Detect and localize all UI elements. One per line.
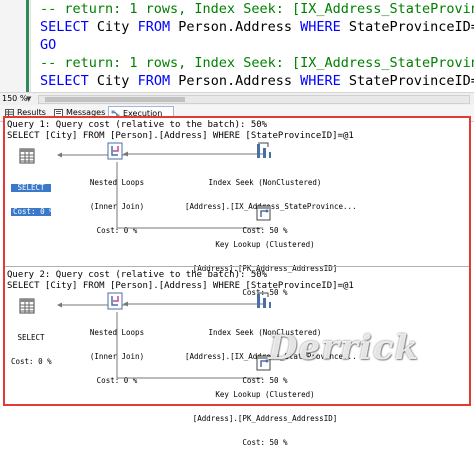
keyword: SELECT <box>40 19 89 35</box>
editor-gutter <box>0 0 31 92</box>
key-lookup-title: Key Lookup (Clustered) <box>215 240 315 249</box>
code-line-4: -- return: 1 rows, Index Seek: [IX_Addre… <box>40 55 474 71</box>
column: City <box>88 73 138 89</box>
key-lookup-sub: [Address].[PK_Address_AddressID] <box>192 414 338 423</box>
query-sql: SELECT [City] FROM [Person].[Address] WH… <box>7 281 354 291</box>
zoom-dropdown-icon[interactable]: ▼ <box>26 93 31 105</box>
index-seek-icon[interactable] <box>255 292 273 310</box>
code-line-2: SELECT City FROM Person.Address WHERE St… <box>40 18 474 37</box>
key-lookup-cost: Cost: 50 % <box>242 438 288 447</box>
keyword: WHERE <box>300 19 341 35</box>
flow-arrow <box>123 301 263 307</box>
query-separator <box>5 266 469 267</box>
query-plan-1: Query 1: Query cost (relative to the bat… <box>5 118 469 297</box>
nested-loops-icon[interactable] <box>107 142 123 160</box>
keyword: FROM <box>137 73 171 89</box>
key-lookup-title: Key Lookup (Clustered) <box>215 390 315 399</box>
zoom-bar: 150 % ▼ <box>0 92 474 106</box>
flow-arrow <box>123 151 263 157</box>
nested-loops-icon[interactable] <box>107 292 123 310</box>
select-label: SELECT <box>11 184 51 192</box>
query-sql: SELECT [City] FROM [Person].[Address] WH… <box>7 131 354 141</box>
code-line-3: GO <box>40 37 57 53</box>
watermark: Derrick <box>268 328 420 368</box>
scrollbar-thumb[interactable] <box>45 97 185 102</box>
predicate: StateProvinceID=32 <box>348 19 474 35</box>
object-name: Person.Address <box>170 73 301 89</box>
code-line-5: SELECT City FROM Person.Address WHERE St… <box>40 72 474 91</box>
query-header: Query 1: Query cost (relative to the bat… <box>7 120 268 130</box>
object-name: Person.Address <box>170 19 301 35</box>
change-marker <box>26 0 29 92</box>
keyword: WHERE <box>300 73 341 89</box>
select-label: SELECT <box>17 333 45 342</box>
select-icon[interactable] <box>19 298 35 314</box>
index-seek-title: Index Seek (NonClustered) <box>208 178 322 187</box>
key-lookup-node[interactable]: Key Lookup (Clustered) [Address].[PK_Add… <box>185 375 345 463</box>
select-node-label[interactable]: SELECT Cost: 0 % <box>11 318 52 382</box>
key-lookup-icon[interactable] <box>255 203 273 221</box>
select-cost: Cost: 0 % <box>11 357 52 366</box>
horizontal-scrollbar[interactable] <box>38 95 470 104</box>
select-node-label[interactable]: SELECT Cost: 0 % <box>11 168 54 232</box>
select-icon[interactable] <box>19 148 35 164</box>
index-seek-icon[interactable] <box>255 142 273 160</box>
keyword: FROM <box>137 19 171 35</box>
sql-editor[interactable]: -- return: 1 rows, Index Seek: [IX_Addre… <box>0 0 474 92</box>
select-cost: Cost: 0 % <box>11 207 54 216</box>
keyword: SELECT <box>40 73 89 89</box>
column: City <box>88 19 138 35</box>
predicate: StateProvinceID=41 <box>348 73 474 89</box>
query-header: Query 2: Query cost (relative to the bat… <box>7 270 268 280</box>
zoom-level[interactable]: 150 % <box>2 93 27 105</box>
code-line-1: -- return: 1 rows, Index Seek: [IX_Addre… <box>40 1 474 17</box>
